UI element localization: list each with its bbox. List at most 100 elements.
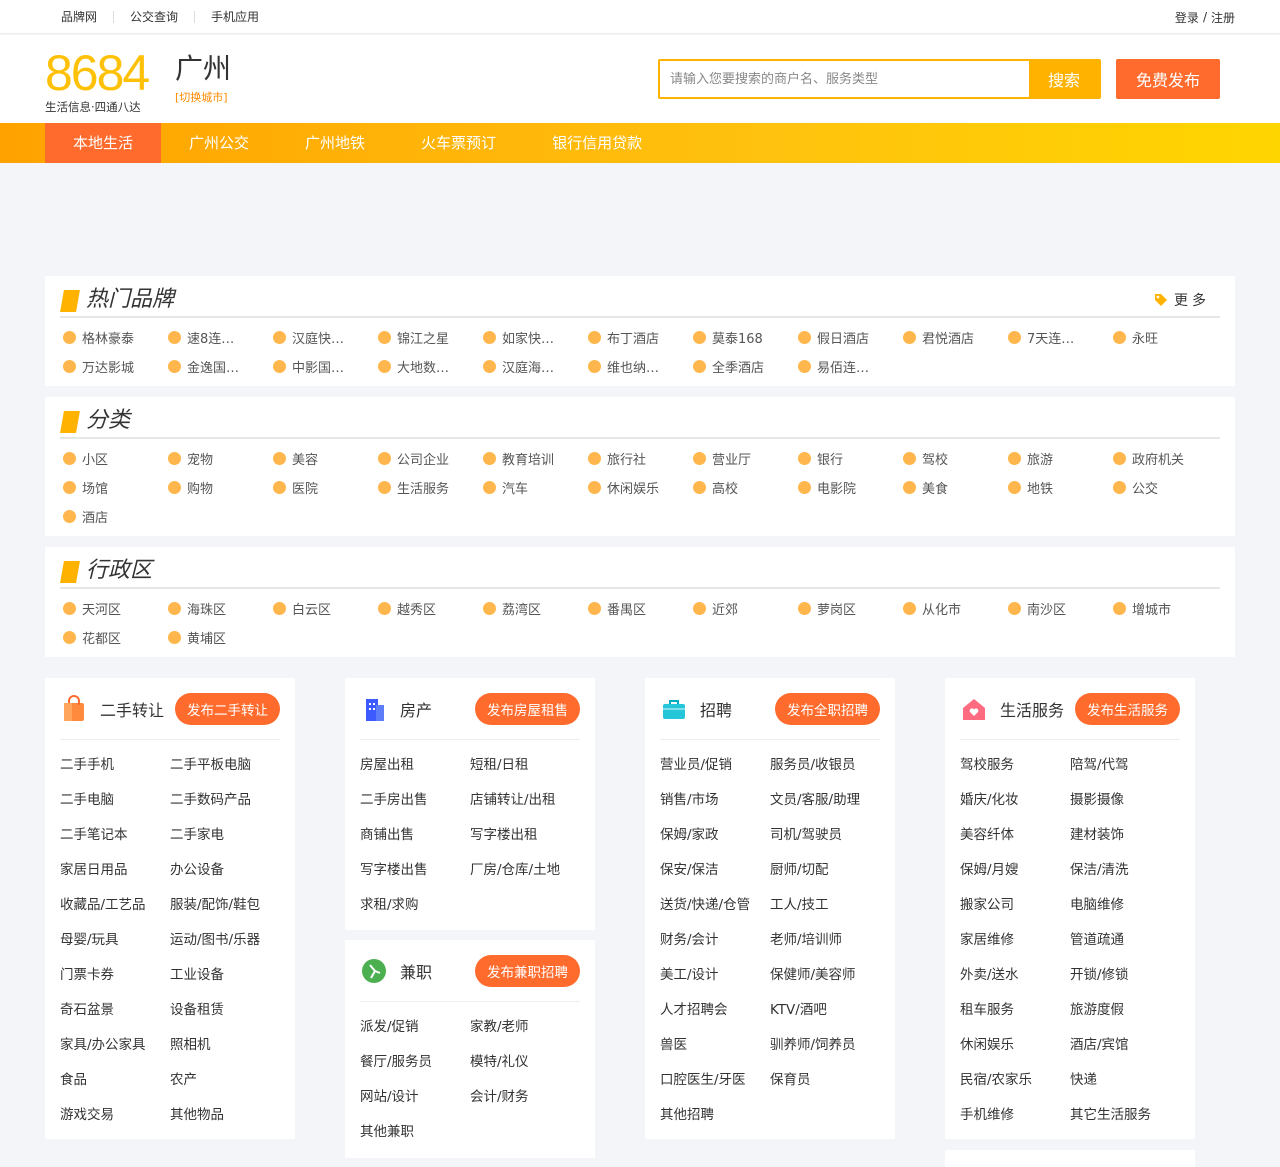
category-item[interactable]: 美容: [270, 444, 375, 473]
district-item[interactable]: 南沙区: [1005, 594, 1110, 623]
category-link[interactable]: 店铺转让/出租: [470, 783, 580, 818]
brand-item[interactable]: 速8连…: [165, 323, 270, 352]
category-link[interactable]: 二手数码产品: [170, 783, 280, 818]
category-item[interactable]: 银行: [795, 444, 900, 473]
category-link[interactable]: 司机/驾驶员: [770, 818, 880, 853]
category-link[interactable]: 房屋出租: [360, 748, 470, 783]
category-item[interactable]: 酒店: [60, 502, 165, 531]
category-link[interactable]: 美工/设计: [660, 958, 770, 993]
category-link[interactable]: 农产: [170, 1063, 280, 1098]
category-link[interactable]: 服务员/收银员: [770, 748, 880, 783]
nav-train-tickets[interactable]: 火车票预订: [393, 123, 524, 163]
top-link-mobile[interactable]: 手机应用: [195, 11, 275, 23]
category-item[interactable]: 休闲娱乐: [585, 473, 690, 502]
category-item[interactable]: 驾校: [900, 444, 1005, 473]
category-link[interactable]: KTV/酒吧: [770, 993, 880, 1028]
category-link[interactable]: 管道疏通: [1070, 923, 1180, 958]
category-link[interactable]: 家教/老师: [470, 1010, 580, 1045]
category-link[interactable]: 游戏交易: [60, 1098, 170, 1133]
category-link[interactable]: 食品: [60, 1063, 170, 1098]
category-link[interactable]: 求租/求购: [360, 888, 470, 923]
category-link[interactable]: 家居日用品: [60, 853, 170, 888]
nav-guangzhou-metro[interactable]: 广州地铁: [277, 123, 393, 163]
district-item[interactable]: 萝岗区: [795, 594, 900, 623]
category-link[interactable]: 休闲娱乐: [960, 1028, 1070, 1063]
category-link[interactable]: 美容纤体: [960, 818, 1070, 853]
category-link[interactable]: 酒店/宾馆: [1070, 1028, 1180, 1063]
category-item[interactable]: 营业厅: [690, 444, 795, 473]
category-link[interactable]: 民宿/农家乐: [960, 1063, 1070, 1098]
category-item[interactable]: 高校: [690, 473, 795, 502]
category-link[interactable]: 其他兼职: [360, 1115, 470, 1150]
publish-realestate-button[interactable]: 发布房屋租售: [475, 693, 580, 725]
district-item[interactable]: 荔湾区: [480, 594, 585, 623]
category-link[interactable]: 保育员: [770, 1063, 880, 1098]
category-link[interactable]: 奇石盆景: [60, 993, 170, 1028]
category-link[interactable]: 模特/礼仪: [470, 1045, 580, 1080]
more-link[interactable]: 更多: [1154, 290, 1210, 310]
district-item[interactable]: 增城市: [1110, 594, 1215, 623]
category-link[interactable]: 口腔医生/牙医: [660, 1063, 770, 1098]
category-item[interactable]: 宠物: [165, 444, 270, 473]
category-item[interactable]: 公交: [1110, 473, 1215, 502]
category-link[interactable]: 保洁/清洗: [1070, 853, 1180, 888]
top-link-bus[interactable]: 公交查询: [114, 11, 196, 23]
brand-item[interactable]: 金逸国…: [165, 352, 270, 381]
search-input[interactable]: [660, 61, 1029, 97]
search-button[interactable]: 搜索: [1029, 61, 1099, 97]
brand-item[interactable]: 锦江之星: [375, 323, 480, 352]
category-link[interactable]: 商铺出售: [360, 818, 470, 853]
category-link[interactable]: 餐厅/服务员: [360, 1045, 470, 1080]
publish-secondhand-button[interactable]: 发布二手转让: [175, 693, 280, 725]
category-item[interactable]: 医院: [270, 473, 375, 502]
category-link[interactable]: 工人/技工: [770, 888, 880, 923]
category-link[interactable]: 母婴/玩具: [60, 923, 170, 958]
brand-item[interactable]: 汉庭快…: [270, 323, 375, 352]
free-publish-button[interactable]: 免费发布: [1116, 59, 1220, 99]
brand-item[interactable]: 中影国…: [270, 352, 375, 381]
brand-item[interactable]: 7天连…: [1005, 323, 1110, 352]
category-item[interactable]: 旅行社: [585, 444, 690, 473]
category-link[interactable]: 营业员/促销: [660, 748, 770, 783]
site-logo[interactable]: 8684 生活信息·四通八达: [45, 48, 150, 115]
category-link[interactable]: 办公设备: [170, 853, 280, 888]
category-link[interactable]: 电脑维修: [1070, 888, 1180, 923]
nav-local-life[interactable]: 本地生活: [45, 123, 162, 163]
category-link[interactable]: 兽医: [660, 1028, 770, 1063]
category-link[interactable]: 其他招聘: [660, 1098, 770, 1133]
category-link[interactable]: 运动/图书/乐器: [170, 923, 280, 958]
district-item[interactable]: 近郊: [690, 594, 795, 623]
category-item[interactable]: 电影院: [795, 473, 900, 502]
district-item[interactable]: 番禺区: [585, 594, 690, 623]
district-item[interactable]: 海珠区: [165, 594, 270, 623]
switch-city-link[interactable]: [切换城市]: [175, 89, 231, 105]
brand-item[interactable]: 如家快…: [480, 323, 585, 352]
category-link[interactable]: 手机维修: [960, 1098, 1070, 1133]
category-link[interactable]: 二手手机: [60, 748, 170, 783]
brand-item[interactable]: 万达影城: [60, 352, 165, 381]
category-link[interactable]: 送货/快递/仓管: [660, 888, 770, 923]
category-link[interactable]: 保安/保洁: [660, 853, 770, 888]
brand-item[interactable]: 假日酒店: [795, 323, 900, 352]
category-link[interactable]: 工业设备: [170, 958, 280, 993]
category-item[interactable]: 小区: [60, 444, 165, 473]
publish-services-button[interactable]: 发布生活服务: [1075, 693, 1180, 725]
brand-item[interactable]: 莫泰168: [690, 323, 795, 352]
district-item[interactable]: 天河区: [60, 594, 165, 623]
category-link[interactable]: 厂房/仓库/土地: [470, 853, 580, 888]
district-item[interactable]: 黄埔区: [165, 623, 270, 652]
category-link[interactable]: 写字楼出租: [470, 818, 580, 853]
category-item[interactable]: 美食: [900, 473, 1005, 502]
category-link[interactable]: 网站/设计: [360, 1080, 470, 1115]
category-item[interactable]: 旅游: [1005, 444, 1110, 473]
brand-item[interactable]: 大地数…: [375, 352, 480, 381]
category-link[interactable]: 财务/会计: [660, 923, 770, 958]
category-link[interactable]: 婚庆/化妆: [960, 783, 1070, 818]
category-link[interactable]: 快递: [1070, 1063, 1180, 1098]
category-link[interactable]: 家具/办公家具: [60, 1028, 170, 1063]
category-item[interactable]: 公司企业: [375, 444, 480, 473]
category-link[interactable]: 保姆/家政: [660, 818, 770, 853]
publish-parttime-button[interactable]: 发布兼职招聘: [475, 955, 580, 987]
category-link[interactable]: 陪驾/代驾: [1070, 748, 1180, 783]
category-link[interactable]: 驯养师/饲养员: [770, 1028, 880, 1063]
